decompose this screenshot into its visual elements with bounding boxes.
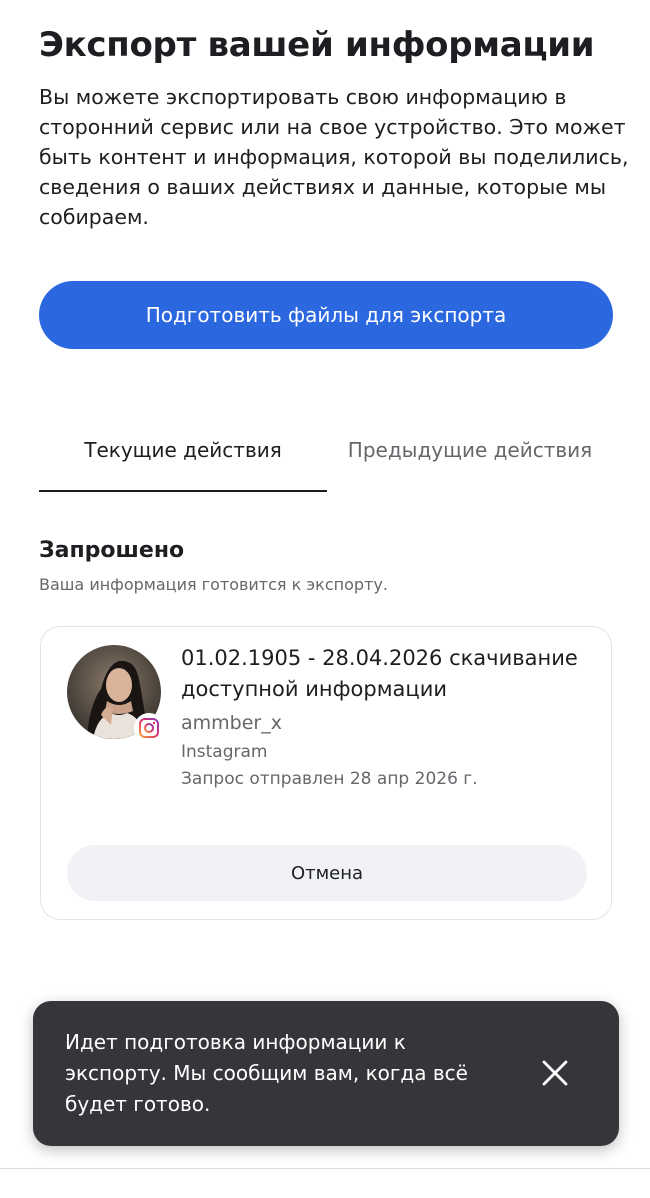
prepare-export-button[interactable]: Подготовить файлы для экспорта (39, 281, 613, 349)
cancel-request-button[interactable]: Отмена (67, 845, 587, 901)
page-title: Экспорт вашей информации (39, 25, 595, 65)
section-subtitle: Ваша информация готовится к экспорту. (39, 575, 388, 594)
tab-previous-activity[interactable]: Предыдущие действия (327, 410, 613, 494)
request-platform: Instagram (181, 742, 268, 762)
bottom-divider (0, 1168, 650, 1169)
tab-current-activity[interactable]: Текущие действия (39, 410, 327, 492)
page-description: Вы можете экспортировать свою информацию… (39, 85, 629, 229)
export-request-card: 01.02.1905 - 28.04.2026 скачивание досту… (40, 626, 612, 920)
request-username: ammber_x (181, 712, 282, 734)
toast-message: Идет подготовка информации к экспорту. М… (65, 1030, 468, 1116)
section-title: Запрошено (39, 538, 185, 563)
activity-tabs: Текущие действия Предыдущие действия (39, 410, 613, 492)
instagram-icon (134, 713, 164, 743)
close-icon[interactable] (533, 1051, 577, 1095)
request-sent-date: Запрос отправлен 28 апр 2026 г. (181, 769, 478, 789)
request-details: 01.02.1905 - 28.04.2026 скачивание досту… (181, 643, 601, 793)
request-title: 01.02.1905 - 28.04.2026 скачивание досту… (181, 646, 578, 701)
toast-notification: Идет подготовка информации к экспорту. М… (33, 1001, 619, 1146)
